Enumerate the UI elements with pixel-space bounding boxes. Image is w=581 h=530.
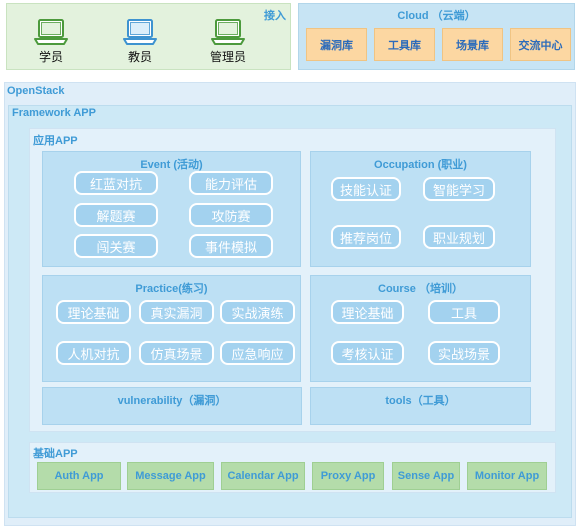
user-label: 学员 <box>38 50 63 64</box>
base-item-auth-app[interactable]: Auth App <box>37 462 121 490</box>
user-label: 管理员 <box>209 50 246 64</box>
course-title: Course （培训） <box>378 283 463 295</box>
event-item-incident-simulation[interactable]: 事件模拟 <box>189 234 273 258</box>
user-admin[interactable]: 管理员 <box>198 18 258 65</box>
user-instructor[interactable]: 教员 <box>110 18 170 65</box>
practice-item-simulated-scene[interactable]: 仿真场景 <box>139 341 214 365</box>
occupation-panel: Occupation (职业) 技能认证 智能学习 推荐岗位 职业规划 <box>310 151 531 267</box>
laptop-icon <box>211 19 245 45</box>
openstack-title: OpenStack <box>7 85 65 97</box>
course-panel: Course （培训） 理论基础 工具 考核认证 实战场景 <box>310 275 531 382</box>
course-item-theory[interactable]: 理论基础 <box>331 300 404 324</box>
practice-item-live-drill[interactable]: 实战演练 <box>220 300 295 324</box>
course-item-tools[interactable]: 工具 <box>428 300 500 324</box>
access-panel: 接入 学员 教员 管理员 <box>6 3 291 70</box>
tools-panel[interactable]: tools（工具） <box>310 387 531 425</box>
base-item-calendar-app[interactable]: Calendar App <box>221 462 305 490</box>
event-panel: Event (活动) 红蓝对抗 能力评估 解题赛 攻防赛 闯关赛 事件模拟 <box>42 151 301 267</box>
tools-title: tools（工具） <box>385 395 456 407</box>
event-item-ability-assessment[interactable]: 能力评估 <box>189 171 273 195</box>
occupation-item-smart-learning[interactable]: 智能学习 <box>423 177 495 201</box>
practice-panel: Practice(练习) 理论基础 真实漏洞 实战演练 人机对抗 仿真场景 应急… <box>42 275 301 382</box>
event-item-puzzle-contest[interactable]: 解题赛 <box>74 203 158 227</box>
occupation-title: Occupation (职业) <box>374 159 467 171</box>
cloud-item-vuln-db[interactable]: 漏洞库 <box>306 28 367 61</box>
user-label: 教员 <box>127 50 152 64</box>
course-item-live-scene[interactable]: 实战场景 <box>428 341 500 365</box>
vulnerability-title: vulnerability（漏洞） <box>117 395 227 407</box>
cloud-item-scene-db[interactable]: 场景库 <box>442 28 503 61</box>
laptop-icon <box>34 19 68 45</box>
event-item-attack-defense[interactable]: 攻防赛 <box>189 203 273 227</box>
framework-title: Framework APP <box>12 107 96 119</box>
practice-item-emergency-response[interactable]: 应急响应 <box>220 341 295 365</box>
vulnerability-panel[interactable]: vulnerability（漏洞） <box>42 387 302 425</box>
cloud-panel: Cloud （云端） 漏洞库 工具库 场景库 交流中心 <box>298 3 575 70</box>
access-label: 接入 <box>264 10 286 22</box>
course-item-exam-cert[interactable]: 考核认证 <box>331 341 404 365</box>
event-title: Event (活动) <box>140 159 203 171</box>
occupation-item-career-planning[interactable]: 职业规划 <box>423 225 495 249</box>
user-student[interactable]: 学员 <box>21 18 81 65</box>
cloud-item-tool-db[interactable]: 工具库 <box>374 28 435 61</box>
laptop-icon <box>123 19 157 45</box>
cloud-item-exchange-center[interactable]: 交流中心 <box>510 28 571 61</box>
event-item-red-blue[interactable]: 红蓝对抗 <box>74 171 158 195</box>
occupation-item-skill-cert[interactable]: 技能认证 <box>331 177 401 201</box>
app-title: 应用APP <box>33 135 78 147</box>
practice-title: Practice(练习) <box>135 283 208 295</box>
base-item-sense-app[interactable]: Sense App <box>392 462 460 490</box>
cloud-title: Cloud （云端） <box>397 10 476 22</box>
base-app-title: 基础APP <box>33 448 78 460</box>
practice-item-theory[interactable]: 理论基础 <box>56 300 131 324</box>
occupation-item-recommended-jobs[interactable]: 推荐岗位 <box>331 225 401 249</box>
practice-item-human-vs-machine[interactable]: 人机对抗 <box>56 341 131 365</box>
practice-item-real-vulns[interactable]: 真实漏洞 <box>139 300 214 324</box>
event-item-level-challenge[interactable]: 闯关赛 <box>74 234 158 258</box>
base-item-message-app[interactable]: Message App <box>127 462 214 490</box>
base-item-proxy-app[interactable]: Proxy App <box>312 462 384 490</box>
base-item-monitor-app[interactable]: Monitor App <box>467 462 547 490</box>
